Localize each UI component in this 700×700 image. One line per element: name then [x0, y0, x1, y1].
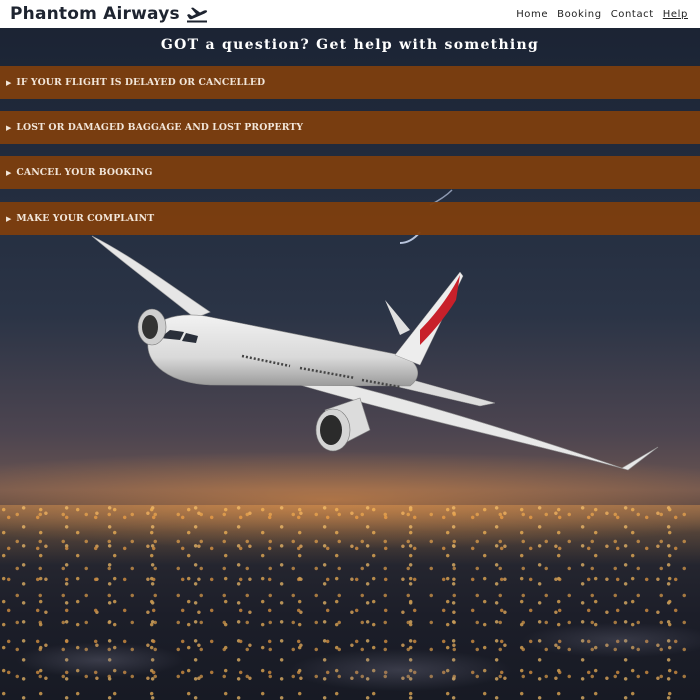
faq-item-lost-baggage[interactable]: ▶ LOST OR DAMAGED BAGGAGE AND LOST PROPE… — [0, 111, 700, 144]
faq-label: LOST OR DAMAGED BAGGAGE AND LOST PROPERT… — [16, 122, 304, 133]
faq-label: IF YOUR FLIGHT IS DELAYED OR CANCELLED — [16, 77, 266, 88]
triangle-right-icon: ▶ — [6, 79, 12, 87]
airplane-departure-icon — [186, 5, 208, 23]
navbar: Phantom Airways Home Booking Contact Hel… — [0, 0, 700, 28]
faq-item-flight-delayed[interactable]: ▶ IF YOUR FLIGHT IS DELAYED OR CANCELLED — [0, 66, 700, 99]
main-nav: Home Booking Contact Help — [516, 9, 688, 20]
triangle-right-icon: ▶ — [6, 124, 12, 132]
faq-item-cancel-booking[interactable]: ▶ CANCEL YOUR BOOKING — [0, 156, 700, 189]
nav-link-help[interactable]: Help — [663, 9, 688, 20]
triangle-right-icon: ▶ — [6, 169, 12, 177]
airplane-image — [91, 189, 659, 471]
nav-link-contact[interactable]: Contact — [611, 9, 654, 20]
brand[interactable]: Phantom Airways — [10, 4, 208, 24]
faq-label: MAKE YOUR COMPLAINT — [16, 213, 155, 224]
faq-item-complaint[interactable]: ▶ MAKE YOUR COMPLAINT — [0, 202, 700, 235]
brand-title[interactable]: Phantom Airways — [10, 4, 180, 24]
triangle-right-icon: ▶ — [6, 215, 12, 223]
nav-link-booking[interactable]: Booking — [557, 9, 602, 20]
nav-link-home[interactable]: Home — [516, 9, 548, 20]
page-heading: GOT a question? Get help with something — [160, 37, 540, 53]
faq-label: CANCEL YOUR BOOKING — [16, 167, 153, 178]
